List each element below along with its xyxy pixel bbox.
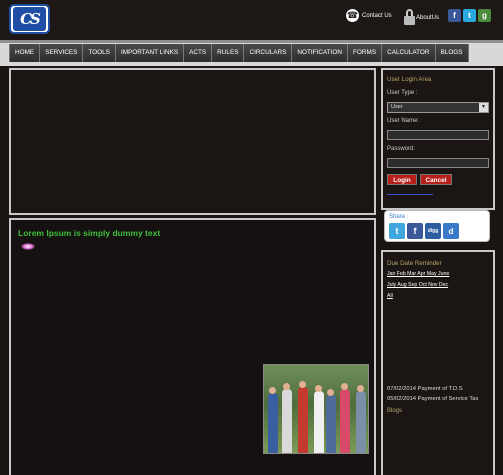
chevron-down-icon: ▾ [479,103,488,112]
social-links: f t g [448,9,491,22]
content-headline: Lorem Ipsum is simply dummy text [18,228,161,238]
person-figure [356,391,366,453]
user-type-value: User [391,104,403,110]
person-figure [326,395,336,453]
twitter-share-icon[interactable]: t [389,223,405,239]
logo-text: CS [13,7,46,31]
blogs-heading[interactable]: Blogs [387,408,402,414]
nav-rules[interactable]: RULES [212,44,245,62]
facebook-share-icon[interactable]: f [407,223,423,239]
user-name-label: User Name: [387,118,420,124]
nav-acts[interactable]: ACTS [184,44,213,62]
main-nav: HOME SERVICES TOOLS IMPORTANT LINKS ACTS… [9,44,469,62]
site-header: CS ☎ Contact Us AboutUs f t g [0,0,503,40]
login-box: User Login Area User Type : User ▾ User … [381,68,495,210]
nav-important-links[interactable]: IMPORTANT LINKS [115,44,185,62]
about-us-link[interactable]: AboutUs [404,9,439,26]
user-name-input[interactable] [387,130,489,140]
forgot-password-link[interactable] [387,191,433,195]
month-links-row-1[interactable]: Jan Feb Mar Apr May June [387,271,449,277]
user-type-select[interactable]: User ▾ [387,102,489,113]
contact-us-link[interactable]: ☎ Contact Us [346,9,392,22]
password-label: Password: [387,146,416,152]
share-box: Share : t f digg d [384,210,490,242]
site-logo[interactable]: CS [9,4,50,34]
cancel-button[interactable]: Cancel [420,174,452,185]
phone-icon: ☎ [346,9,359,22]
person-figure [298,387,308,453]
month-link-all[interactable]: All [387,293,393,299]
nav-calculator[interactable]: CALCULATOR [382,44,436,62]
banner-panel [9,68,376,215]
nav-home[interactable]: HOME [9,44,41,62]
due-date-box: Due Date Reminder Jan Feb Mar Apr May Ju… [381,250,495,475]
students-photo [263,364,369,454]
user-type-label: User Type : [387,90,418,96]
lock-icon [404,9,415,26]
facebook-icon[interactable]: f [448,9,461,22]
nav-blogs[interactable]: BLOGS [435,44,469,62]
delicious-share-icon[interactable]: d [443,223,459,239]
person-figure [282,389,292,453]
lens-flare-decoration [21,243,35,250]
reminder-item: 05/02/2014 Payment of Service Tax [387,396,479,402]
nav-circulars[interactable]: CIRCULARS [244,44,293,62]
reminder-item: 07/02/2014 Payment of T.D.S [387,386,463,392]
digg-share-icon[interactable]: digg [425,223,441,239]
password-input[interactable] [387,158,489,168]
share-title: Share : [389,214,409,220]
month-links-row-2[interactable]: July Aug Sep Oct Nov Dec [387,282,448,288]
twitter-icon[interactable]: t [463,9,476,22]
nav-services[interactable]: SERVICES [40,44,84,62]
share-icons: t f digg d [389,223,459,239]
person-figure [268,393,278,453]
contact-us-label: Contact Us [362,12,392,19]
login-button[interactable]: Login [387,174,417,185]
nav-tools[interactable]: TOOLS [83,44,116,62]
nav-notification[interactable]: NOTIFICATION [292,44,349,62]
person-figure [314,391,324,453]
person-figure [340,389,350,453]
about-us-label: AboutUs [416,14,440,21]
google-icon[interactable]: g [478,9,491,22]
content-panel: Lorem Ipsum is simply dummy text [9,218,376,475]
nav-forms[interactable]: FORMS [348,44,383,62]
login-title: User Login Area [387,76,432,83]
due-date-title: Due Date Reminder [387,260,442,267]
